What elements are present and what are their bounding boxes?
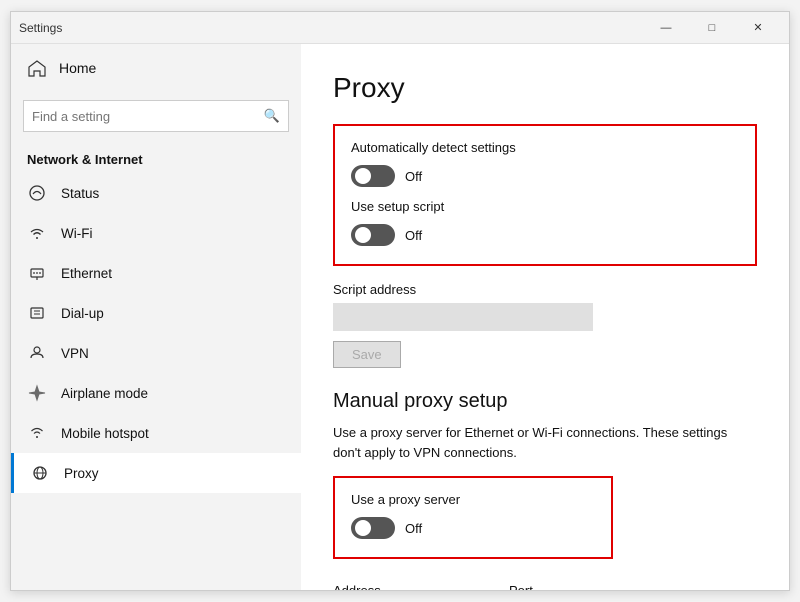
address-section: Address: [333, 583, 493, 590]
setup-script-toggle-label: Off: [405, 228, 422, 243]
setup-script-label: Use setup script: [351, 199, 739, 214]
auto-detect-toggle-row: Off: [351, 165, 739, 187]
address-label: Address: [333, 583, 493, 590]
status-icon: [27, 183, 47, 203]
proxy-icon: [30, 463, 50, 483]
sidebar-item-label: Wi-Fi: [61, 226, 92, 241]
use-proxy-toggle-label: Off: [405, 521, 422, 536]
sidebar-item-label: Airplane mode: [61, 386, 148, 401]
use-proxy-label: Use a proxy server: [351, 492, 595, 507]
search-input[interactable]: [32, 109, 258, 124]
sidebar-item-label: Dial-up: [61, 306, 104, 321]
script-address-label: Script address: [333, 282, 757, 297]
airplane-icon: [27, 383, 47, 403]
sidebar-item-proxy[interactable]: Proxy: [11, 453, 301, 493]
manual-proxy-title: Manual proxy setup: [333, 390, 757, 413]
auto-detect-label: Automatically detect settings: [351, 140, 739, 155]
window-title: Settings: [19, 21, 62, 35]
sidebar-item-ethernet[interactable]: Ethernet: [11, 253, 301, 293]
home-icon: [27, 58, 47, 78]
save-button[interactable]: Save: [333, 341, 401, 368]
close-button[interactable]: ✕: [735, 12, 781, 44]
setup-script-toggle[interactable]: [351, 224, 395, 246]
manual-proxy-desc: Use a proxy server for Ethernet or Wi-Fi…: [333, 423, 733, 462]
port-label: Port: [509, 583, 589, 590]
use-proxy-toggle[interactable]: [351, 517, 395, 539]
sidebar-item-airplane[interactable]: Airplane mode: [11, 373, 301, 413]
sidebar-item-label: Mobile hotspot: [61, 426, 149, 441]
sidebar-item-label: Status: [61, 186, 99, 201]
address-port-row: Address Port: [333, 583, 757, 590]
minimize-button[interactable]: —: [643, 12, 689, 44]
ethernet-icon: [27, 263, 47, 283]
content-area: Home 🔍 Network & Internet Status: [11, 44, 789, 590]
home-label: Home: [59, 60, 96, 76]
sidebar-item-label: Ethernet: [61, 266, 112, 281]
sidebar-item-wifi[interactable]: Wi-Fi: [11, 213, 301, 253]
main-content: Proxy Automatically detect settings Off …: [301, 44, 789, 590]
dialup-icon: [27, 303, 47, 323]
use-proxy-toggle-row: Off: [351, 517, 595, 539]
auto-detect-toggle[interactable]: [351, 165, 395, 187]
sidebar-item-dialup[interactable]: Dial-up: [11, 293, 301, 333]
sidebar-item-vpn[interactable]: VPN: [11, 333, 301, 373]
auto-detect-section: Automatically detect settings Off Use se…: [333, 124, 757, 266]
wifi-icon: [27, 223, 47, 243]
port-section: Port: [509, 583, 589, 590]
sidebar-item-home[interactable]: Home: [11, 44, 301, 92]
page-title: Proxy: [333, 72, 757, 104]
sidebar-item-label: Proxy: [64, 466, 99, 481]
hotspot-icon: [27, 423, 47, 443]
titlebar: Settings — □ ✕: [11, 12, 789, 44]
sidebar-section-title: Network & Internet: [11, 140, 301, 173]
vpn-icon: [27, 343, 47, 363]
script-address-input[interactable]: [333, 303, 593, 331]
search-box[interactable]: 🔍: [23, 100, 289, 132]
maximize-button[interactable]: □: [689, 12, 735, 44]
window-controls: — □ ✕: [643, 12, 781, 44]
sidebar: Home 🔍 Network & Internet Status: [11, 44, 301, 590]
settings-window: Settings — □ ✕ Home 🔍: [10, 11, 790, 591]
use-proxy-section: Use a proxy server Off: [333, 476, 613, 559]
sidebar-item-status[interactable]: Status: [11, 173, 301, 213]
search-icon: 🔍: [264, 108, 280, 124]
auto-detect-toggle-label: Off: [405, 169, 422, 184]
sidebar-item-label: VPN: [61, 346, 89, 361]
setup-script-toggle-row: Off: [351, 224, 739, 246]
sidebar-item-hotspot[interactable]: Mobile hotspot: [11, 413, 301, 453]
